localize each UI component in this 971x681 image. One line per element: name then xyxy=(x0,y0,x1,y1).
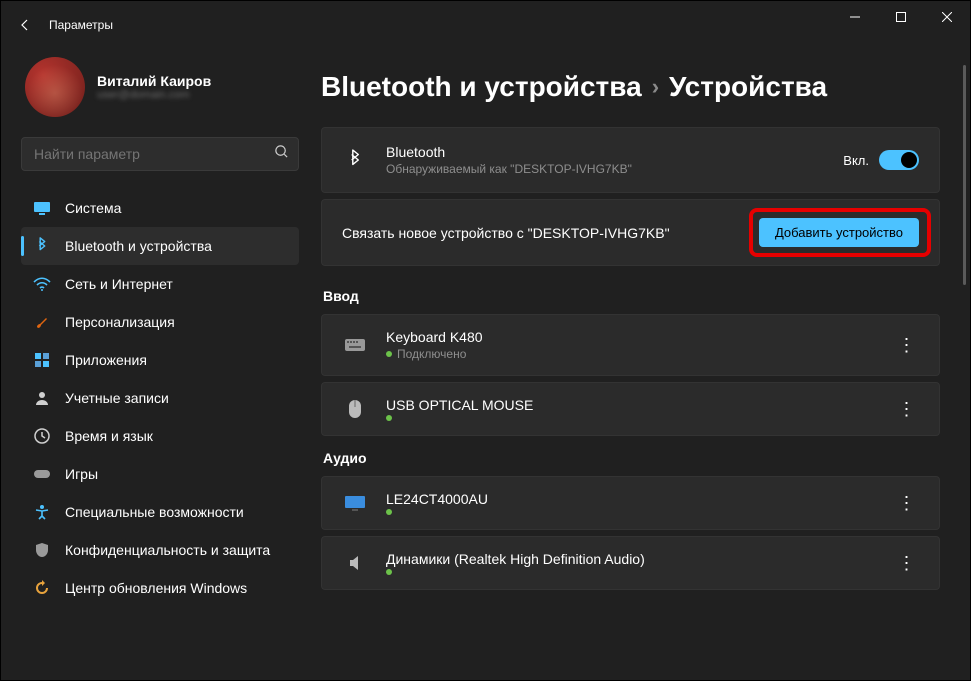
content: Bluetooth и устройства › Устройства Blue… xyxy=(311,49,970,680)
bluetooth-card: Bluetooth Обнаруживаемый как "DESKTOP-IV… xyxy=(321,127,940,193)
sidebar-item-brush[interactable]: Персонализация xyxy=(21,303,299,341)
sidebar-item-label: Учетные записи xyxy=(65,390,169,406)
sidebar-item-apps[interactable]: Приложения xyxy=(21,341,299,379)
breadcrumb-parent[interactable]: Bluetooth и устройства xyxy=(321,71,642,103)
device-status: Подключено xyxy=(397,347,466,361)
shield-icon xyxy=(33,541,51,559)
user-name: Виталий Каиров xyxy=(97,73,211,89)
device-card[interactable]: Keyboard K480 Подключено ⋮ xyxy=(321,314,940,376)
accessibility-icon xyxy=(33,503,51,521)
status-dot xyxy=(386,509,392,515)
breadcrumb: Bluetooth и устройства › Устройства xyxy=(321,71,940,103)
window-title: Параметры xyxy=(49,18,113,32)
more-button[interactable]: ⋮ xyxy=(895,399,919,420)
user-profile[interactable]: Виталий Каиров user@domain.com xyxy=(21,49,299,131)
sidebar-item-label: Игры xyxy=(65,466,98,482)
titlebar: Параметры xyxy=(1,1,970,49)
mouse-icon xyxy=(342,399,368,419)
search-input[interactable] xyxy=(21,137,299,171)
sidebar-item-label: Время и язык xyxy=(65,428,153,444)
sidebar-item-label: Система xyxy=(65,200,121,216)
brush-icon xyxy=(33,313,51,331)
section-header-audio: Аудио xyxy=(323,450,940,466)
sidebar-item-bluetooth[interactable]: Bluetooth и устройства xyxy=(21,227,299,265)
sidebar-item-label: Специальные возможности xyxy=(65,504,244,520)
device-card[interactable]: USB OPTICAL MOUSE⋮ xyxy=(321,382,940,436)
bluetooth-state-label: Вкл. xyxy=(843,153,869,168)
sidebar-item-label: Центр обновления Windows xyxy=(65,580,247,596)
scrollbar[interactable] xyxy=(963,65,966,285)
clock-icon xyxy=(33,427,51,445)
sidebar-item-update[interactable]: Центр обновления Windows xyxy=(21,569,299,607)
sidebar-item-label: Приложения xyxy=(65,352,147,368)
breadcrumb-current: Устройства xyxy=(669,71,827,103)
sidebar-item-clock[interactable]: Время и язык xyxy=(21,417,299,455)
sidebar: Виталий Каиров user@domain.com Система Bl… xyxy=(1,49,311,680)
update-icon xyxy=(33,579,51,597)
device-name: Keyboard K480 xyxy=(386,329,895,345)
pair-device-card: Связать новое устройство с "DESKTOP-IVHG… xyxy=(321,199,940,266)
monitor-blue-icon xyxy=(342,495,368,511)
bluetooth-title: Bluetooth xyxy=(386,144,843,160)
person-icon xyxy=(33,389,51,407)
search-icon xyxy=(274,144,289,164)
device-card[interactable]: Динамики (Realtek High Definition Audio)… xyxy=(321,536,940,590)
more-button[interactable]: ⋮ xyxy=(895,553,919,574)
close-button[interactable] xyxy=(924,1,970,33)
nav-list: Система Bluetooth и устройства Сеть и Инте… xyxy=(21,189,299,607)
sidebar-item-gamepad[interactable]: Игры xyxy=(21,455,299,493)
apps-icon xyxy=(33,351,51,369)
bluetooth-toggle[interactable] xyxy=(879,150,919,170)
sidebar-item-label: Конфиденциальность и защита xyxy=(65,542,270,558)
status-dot xyxy=(386,569,392,575)
sidebar-item-label: Сеть и Интернет xyxy=(65,276,173,292)
bluetooth-subtitle: Обнаруживаемый как "DESKTOP-IVHG7KB" xyxy=(386,162,843,176)
window-controls xyxy=(832,1,970,33)
search-wrap xyxy=(21,137,299,171)
more-button[interactable]: ⋮ xyxy=(895,493,919,514)
avatar xyxy=(25,57,85,117)
device-name: LE24CT4000AU xyxy=(386,491,895,507)
sidebar-item-monitor[interactable]: Система xyxy=(21,189,299,227)
more-button[interactable]: ⋮ xyxy=(895,335,919,356)
minimize-button[interactable] xyxy=(832,1,878,33)
sidebar-item-accessibility[interactable]: Специальные возможности xyxy=(21,493,299,531)
wifi-icon xyxy=(33,275,51,293)
sidebar-item-label: Bluetooth и устройства xyxy=(65,238,212,254)
sidebar-item-shield[interactable]: Конфиденциальность и защита xyxy=(21,531,299,569)
bluetooth-icon xyxy=(342,149,368,171)
device-card[interactable]: LE24CT4000AU⋮ xyxy=(321,476,940,530)
device-name: Динамики (Realtek High Definition Audio) xyxy=(386,551,895,567)
sidebar-item-person[interactable]: Учетные записи xyxy=(21,379,299,417)
sidebar-item-wifi[interactable]: Сеть и Интернет xyxy=(21,265,299,303)
add-device-button[interactable]: Добавить устройство xyxy=(759,218,919,247)
maximize-button[interactable] xyxy=(878,1,924,33)
monitor-icon xyxy=(33,199,51,217)
section-header-input: Ввод xyxy=(323,288,940,304)
user-email: user@domain.com xyxy=(97,89,211,101)
chevron-right-icon: › xyxy=(652,74,659,100)
status-dot xyxy=(386,415,392,421)
back-button[interactable] xyxy=(5,5,45,45)
sidebar-item-label: Персонализация xyxy=(65,314,175,330)
keyboard-icon xyxy=(342,338,368,352)
status-dot xyxy=(386,351,392,357)
device-name: USB OPTICAL MOUSE xyxy=(386,397,895,413)
bluetooth-icon xyxy=(33,237,51,255)
speaker-icon xyxy=(342,554,368,572)
pair-text: Связать новое устройство с "DESKTOP-IVHG… xyxy=(342,225,759,241)
gamepad-icon xyxy=(33,465,51,483)
